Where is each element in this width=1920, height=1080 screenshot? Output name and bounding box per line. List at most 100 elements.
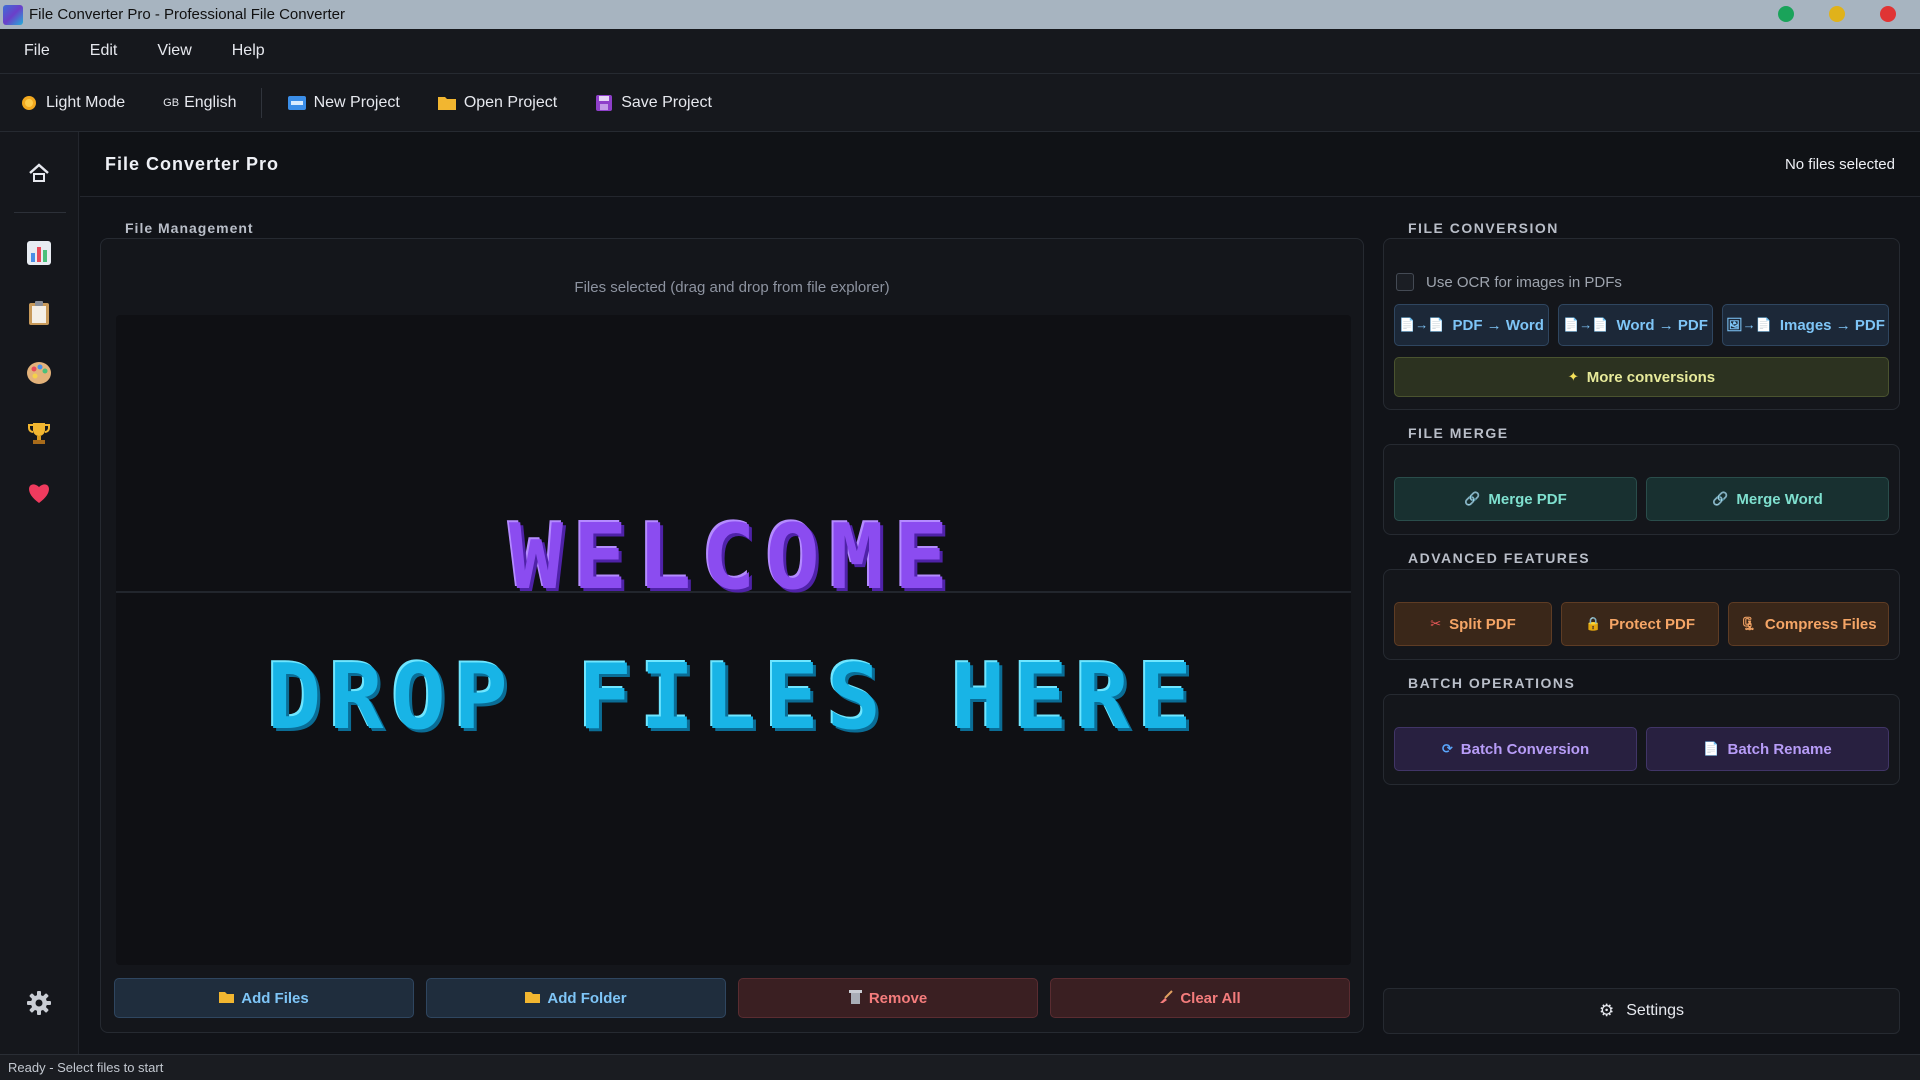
selection-status: No files selected bbox=[1784, 156, 1895, 173]
sparkle-icon: ✦ bbox=[1567, 369, 1579, 384]
maximize-button[interactable] bbox=[1829, 6, 1845, 22]
compress-files-button[interactable]: 🗜 Compress Files bbox=[1728, 602, 1889, 646]
file-merge-label: FILE MERGE bbox=[1408, 425, 1509, 441]
ocr-label: Use OCR for images in PDFs bbox=[1426, 273, 1622, 291]
gear-icon[interactable] bbox=[22, 986, 56, 1020]
batch-conversion-button[interactable]: ⟳ Batch Conversion bbox=[1394, 727, 1637, 771]
clear-all-label: Clear All bbox=[1180, 989, 1241, 1007]
file-conversion-panel: Use OCR for images in PDFs 📄→📄 PDF → Wor… bbox=[1383, 238, 1900, 410]
language-label: English bbox=[184, 93, 237, 111]
chart-icon[interactable] bbox=[22, 236, 56, 270]
settings-button[interactable]: ⚙ Settings bbox=[1383, 988, 1900, 1034]
word-to-pdf-icon: 📄→📄 bbox=[1563, 317, 1609, 332]
sun-icon bbox=[20, 94, 38, 112]
scissors-icon: ✂ bbox=[1430, 616, 1442, 631]
batch-rename-button[interactable]: 📄 Batch Rename bbox=[1646, 727, 1889, 771]
more-conversions-button[interactable]: ✦ More conversions bbox=[1394, 357, 1889, 397]
save-project-button[interactable]: Save Project bbox=[595, 94, 712, 112]
ocr-checkbox[interactable] bbox=[1396, 273, 1414, 291]
new-icon bbox=[287, 94, 306, 112]
ocr-option[interactable]: Use OCR for images in PDFs bbox=[1396, 273, 1622, 291]
page-title: File Converter Pro bbox=[105, 154, 280, 174]
split-pdf-button[interactable]: ✂ Split PDF bbox=[1394, 602, 1552, 646]
palette-icon[interactable] bbox=[22, 356, 56, 390]
file-conversion-label: FILE CONVERSION bbox=[1408, 220, 1559, 236]
menu-view[interactable]: View bbox=[145, 42, 203, 60]
batch-rename-label: Batch Rename bbox=[1727, 740, 1832, 758]
document-icon: 📄 bbox=[1703, 741, 1720, 756]
toolbar: Light Mode GB English New Project Open P… bbox=[0, 74, 1920, 132]
app-icon bbox=[3, 4, 23, 25]
pdf-to-word-icon: 📄→📄 bbox=[1399, 317, 1445, 332]
minimize-button[interactable] bbox=[1778, 6, 1794, 22]
toolbar-separator bbox=[260, 87, 262, 118]
images-to-pdf-button[interactable]: 🖼→📄 Images → PDF bbox=[1722, 304, 1889, 346]
status-bar: Ready - Select files to start bbox=[0, 1054, 1920, 1080]
new-project-label: New Project bbox=[313, 93, 400, 111]
open-project-label: Open Project bbox=[463, 93, 558, 111]
menu-help[interactable]: Help bbox=[220, 42, 277, 60]
add-folder-button[interactable]: Add Folder bbox=[426, 978, 726, 1018]
merge-pdf-button[interactable]: 🔗 Merge PDF bbox=[1394, 477, 1637, 521]
welcome-art: WELCOME bbox=[508, 505, 959, 610]
open-project-button[interactable]: Open Project bbox=[437, 93, 558, 112]
file-list-hint: Files selected (drag and drop from file … bbox=[574, 279, 890, 296]
more-conversions-label: More conversions bbox=[1586, 368, 1716, 386]
light-mode-label: Light Mode bbox=[46, 93, 126, 111]
merge-pdf-label: Merge PDF bbox=[1488, 490, 1567, 508]
advanced-features-panel: ✂ Split PDF 🔒 Protect PDF 🗜 Compress Fil… bbox=[1383, 569, 1900, 660]
remove-button[interactable]: Remove bbox=[738, 978, 1038, 1018]
broom-icon bbox=[1159, 989, 1174, 1007]
add-folder-label: Add Folder bbox=[547, 989, 627, 1007]
protect-pdf-button[interactable]: 🔒 Protect PDF bbox=[1561, 602, 1719, 646]
word-to-pdf-button[interactable]: 📄→📄 Word → PDF bbox=[1558, 304, 1713, 346]
trash-icon bbox=[848, 989, 862, 1007]
trophy-icon[interactable] bbox=[22, 416, 56, 450]
folder-open-icon bbox=[525, 990, 541, 1006]
advanced-features-label: ADVANCED FEATURES bbox=[1408, 550, 1591, 566]
status-text: Ready - Select files to start bbox=[8, 1060, 164, 1075]
merge-word-button[interactable]: 🔗 Merge Word bbox=[1646, 477, 1889, 521]
pdf-to-word-label: PDF → Word bbox=[1452, 316, 1544, 334]
folder-icon bbox=[437, 94, 456, 112]
flag-icon: GB bbox=[163, 96, 180, 109]
settings-label: Settings bbox=[1626, 1002, 1685, 1019]
lock-icon: 🔒 bbox=[1584, 616, 1602, 631]
clipboard-icon[interactable] bbox=[22, 296, 56, 330]
menu-edit[interactable]: Edit bbox=[78, 42, 130, 60]
batch-operations-label: BATCH OPERATIONS bbox=[1408, 675, 1576, 691]
sidebar bbox=[0, 132, 79, 1054]
link-icon: 🔗 bbox=[1464, 491, 1481, 506]
new-project-button[interactable]: New Project bbox=[287, 93, 400, 112]
folder-icon bbox=[219, 990, 235, 1006]
gear-icon: ⚙ bbox=[1598, 1001, 1615, 1020]
file-management-label: File Management bbox=[125, 220, 254, 236]
images-to-pdf-icon: 🖼→📄 bbox=[1726, 317, 1772, 332]
link-icon: 🔗 bbox=[1712, 491, 1729, 506]
batch-operations-panel: ⟳ Batch Conversion 📄 Batch Rename bbox=[1383, 694, 1900, 785]
merge-word-label: Merge Word bbox=[1736, 490, 1823, 508]
images-to-pdf-label: Images → PDF bbox=[1779, 316, 1885, 334]
add-files-button[interactable]: Add Files bbox=[114, 978, 414, 1018]
pdf-to-word-button[interactable]: 📄→📄 PDF → Word bbox=[1394, 304, 1549, 346]
clear-all-button[interactable]: Clear All bbox=[1050, 978, 1350, 1018]
close-button[interactable] bbox=[1880, 6, 1896, 22]
remove-label: Remove bbox=[868, 989, 928, 1007]
main-header: File Converter Pro No files selected bbox=[80, 132, 1920, 197]
title-bar: File Converter Pro - Professional File C… bbox=[0, 0, 1920, 29]
split-pdf-label: Split PDF bbox=[1449, 615, 1516, 633]
drop-files-art: DROP FILES HERE bbox=[267, 645, 1200, 750]
menu-file[interactable]: File bbox=[12, 42, 62, 60]
drop-zone[interactable]: WELCOME DROP FILES HERE bbox=[116, 315, 1351, 965]
add-files-label: Add Files bbox=[241, 989, 309, 1007]
heart-icon[interactable] bbox=[22, 476, 56, 510]
refresh-icon: ⟳ bbox=[1441, 741, 1453, 756]
light-mode-button[interactable]: Light Mode bbox=[20, 94, 125, 112]
language-button[interactable]: GB English bbox=[163, 94, 236, 112]
sidebar-divider bbox=[14, 212, 66, 213]
save-icon bbox=[595, 94, 613, 112]
home-icon[interactable] bbox=[22, 156, 56, 190]
save-project-label: Save Project bbox=[621, 93, 712, 111]
window-title: File Converter Pro - Professional File C… bbox=[29, 6, 345, 23]
word-to-pdf-label: Word → PDF bbox=[1616, 316, 1708, 334]
